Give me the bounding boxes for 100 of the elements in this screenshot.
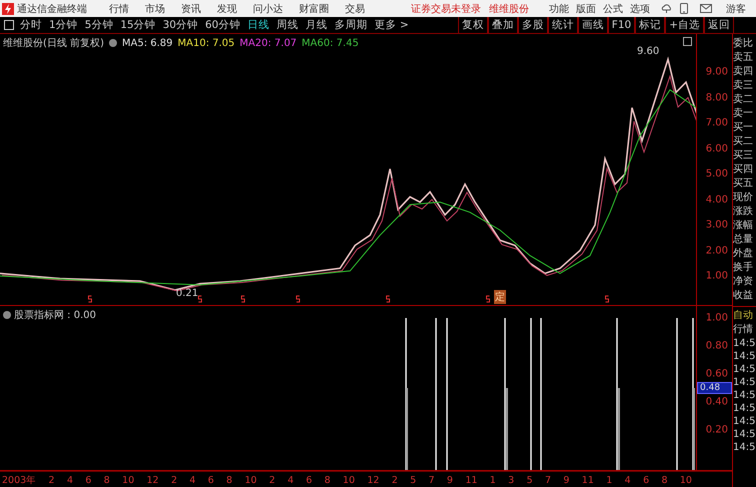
menu-item[interactable]: 功能: [549, 2, 569, 16]
menu-item[interactable]: 公式: [603, 2, 623, 16]
event-marker-icon[interactable]: [486, 295, 490, 304]
menu-item[interactable]: 问小达: [253, 2, 283, 16]
quote-field-label: 总量: [733, 233, 754, 247]
low-price-label: 0.21: [176, 288, 198, 299]
toolbar-button[interactable]: 多股: [518, 17, 548, 33]
moving-average-value: MA20: 7.07: [240, 38, 297, 48]
axis-label: 10: [680, 474, 692, 486]
period-tab[interactable]: 30分钟: [162, 18, 198, 32]
collapse-icon[interactable]: [3, 311, 11, 320]
quote-field-label: 买五: [733, 177, 754, 191]
moving-average-value: MA10: 7.05: [178, 38, 235, 48]
menu-item[interactable]: 发现: [217, 2, 237, 16]
user-name[interactable]: 游客: [726, 2, 746, 16]
axis-label: 8: [104, 474, 110, 486]
layout-toggle-icon[interactable]: [683, 37, 692, 46]
event-marker[interactable]: 定: [494, 290, 506, 304]
quote-field-label: 卖四: [733, 65, 754, 79]
toolbar-button[interactable]: +自选: [665, 17, 704, 33]
period-tab[interactable]: 更多 >: [374, 18, 409, 32]
axis-label: 0.60: [706, 368, 728, 380]
period-tab[interactable]: 月线: [306, 18, 328, 32]
phone-icon[interactable]: [680, 3, 688, 14]
login-status-link[interactable]: 证券交易未登录: [411, 2, 481, 16]
menu-item[interactable]: 资讯: [181, 2, 201, 16]
axis-label: 6.00: [706, 143, 728, 154]
quote-field-label: 卖一: [733, 107, 754, 121]
event-marker-icon[interactable]: [240, 295, 246, 304]
period-tab[interactable]: 15分钟: [120, 18, 156, 32]
event-marker-icon[interactable]: [88, 295, 92, 304]
app-title: 通达信金融终端: [17, 2, 87, 16]
trade-time: 14:5: [733, 376, 756, 389]
trade-time: 14:5: [733, 350, 756, 363]
axis-label: 3.00: [706, 220, 728, 230]
app-logo-icon: [2, 2, 14, 14]
cloud-icon[interactable]: [661, 3, 672, 14]
axis-label: 2.00: [706, 245, 728, 256]
event-marker-icon[interactable]: [386, 295, 390, 304]
moving-average-value: MA5: 6.89: [122, 38, 173, 48]
axis-label: 2: [392, 474, 398, 486]
period-tab[interactable]: 5分钟: [84, 18, 114, 32]
quote-field-label: 卖五: [733, 51, 754, 65]
toolbar-button[interactable]: 统计: [548, 17, 578, 33]
axis-label: 6: [306, 474, 312, 486]
trade-time: 14:5: [733, 415, 756, 428]
axis-label: 12: [367, 474, 380, 486]
menu-item[interactable]: 财富圈: [299, 2, 329, 16]
event-marker-icon[interactable]: [296, 295, 300, 304]
axis-label: 7: [544, 474, 552, 486]
toolbar-button[interactable]: 标记: [635, 17, 666, 33]
axis-label: 1: [490, 474, 496, 486]
axis-label: 1: [606, 474, 612, 486]
quote-field-label: 换手: [733, 261, 754, 275]
menu-item[interactable]: 版面: [576, 2, 596, 16]
period-tab[interactable]: 日线: [248, 18, 270, 32]
toolbar-button[interactable]: 复权: [458, 17, 488, 33]
quote-field-label: 现价: [733, 191, 754, 205]
axis-label: 4.00: [706, 194, 728, 205]
axis-label: 9: [446, 474, 453, 486]
quote-field-label: 净资: [733, 275, 754, 289]
trade-time: 14:5: [733, 363, 756, 376]
toolbar-button[interactable]: 画线: [578, 17, 608, 33]
axis-label: 6: [643, 474, 650, 486]
indicator-title: 股票指标网 : 0.00: [14, 308, 96, 322]
period-tab[interactable]: 周线: [276, 18, 298, 32]
quote-field-label: 卖二: [733, 93, 754, 107]
menu-item[interactable]: 选项: [630, 2, 650, 16]
settings-icon[interactable]: [108, 39, 117, 47]
menu-item[interactable]: 交易: [345, 2, 365, 16]
event-marker-icon[interactable]: [604, 295, 610, 304]
axis-label: 10: [342, 474, 355, 486]
menu-item[interactable]: 市场: [145, 2, 165, 16]
toolbar-button[interactable]: 叠加: [488, 17, 518, 33]
axis-label: 1.00: [706, 270, 728, 282]
axis-label: 7: [428, 474, 435, 486]
axis-label: 4: [288, 474, 294, 486]
current-value-label: 0.48: [697, 382, 732, 394]
period-tab[interactable]: 多周期: [334, 18, 368, 32]
panel-toggle-icon[interactable]: [4, 20, 14, 30]
period-tab[interactable]: 60分钟: [205, 18, 240, 32]
trade-time: 14:5: [733, 389, 756, 402]
axis-label: 12: [146, 474, 159, 486]
period-tab[interactable]: 1分钟: [49, 18, 78, 32]
toolbar-button[interactable]: 返回: [704, 17, 734, 33]
trade-time: 14:5: [733, 428, 756, 441]
menu-item[interactable]: 行情: [109, 2, 129, 16]
quote-field-label: 买三: [733, 149, 754, 163]
moving-average-value: MA60: 7.45: [302, 38, 359, 48]
axis-label: 8.00: [706, 92, 728, 103]
axis-label: 2: [269, 474, 276, 486]
event-marker-icon[interactable]: [198, 295, 202, 304]
axis-label: 10: [244, 474, 257, 486]
period-tab[interactable]: 分时: [20, 18, 42, 32]
toolbar-button[interactable]: F10: [608, 17, 636, 33]
envelope-icon[interactable]: [700, 4, 712, 13]
axis-label: 11: [465, 474, 478, 486]
stock-name-link[interactable]: 维维股份: [489, 2, 529, 16]
trade-time: 14:5: [733, 402, 756, 415]
trade-time: 14:5: [733, 337, 756, 350]
